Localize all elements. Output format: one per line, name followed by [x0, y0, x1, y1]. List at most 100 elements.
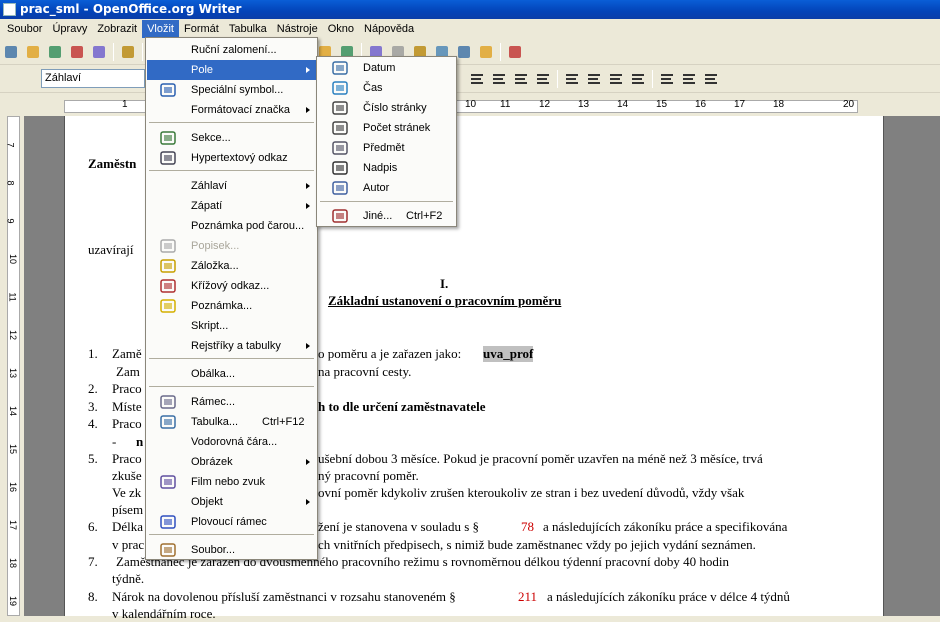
menu-3[interactable]: Vložit: [142, 20, 179, 38]
menu-item-label: Obálka...: [191, 368, 236, 380]
menu-item-label: Poznámka...: [191, 300, 253, 312]
movie-sound-icon: [160, 475, 176, 489]
menu-5[interactable]: Tabulka: [224, 20, 272, 38]
new-document-icon[interactable]: [23, 42, 43, 62]
open-icon[interactable]: [45, 42, 65, 62]
frame-icon: [160, 395, 176, 409]
insert-menu-item-3[interactable]: Formátovací značka: [147, 100, 316, 120]
insert-menu-item-14[interactable]: Rejstříky a tabulky: [147, 336, 316, 356]
ruler-label: 11: [7, 292, 18, 302]
menu-6[interactable]: Nástroje: [272, 20, 323, 38]
align-left-icon[interactable]: [467, 69, 487, 89]
menu-item-label: Číslo stránky: [363, 102, 427, 114]
insert-menu-item-13[interactable]: Skript...: [147, 316, 316, 336]
ruler-label: 19: [8, 595, 19, 607]
fields-submenu-item-7[interactable]: Jiné... Ctrl+F2: [318, 206, 455, 226]
ruler-label: 18: [773, 99, 785, 110]
insert-menu-item-17[interactable]: Tabulka... Ctrl+F12: [147, 412, 316, 432]
insert-menu-item-22[interactable]: Plovoucí rámec: [147, 512, 316, 532]
document-text-run: ný pracovní poměr.: [318, 468, 419, 483]
insert-menu-item-16[interactable]: Rámec...: [147, 392, 316, 412]
insert-menu-item-21[interactable]: Objekt: [147, 492, 316, 512]
align-right-icon[interactable]: [511, 69, 531, 89]
insert-menu-item-19[interactable]: Obrázek: [147, 452, 316, 472]
ruler-label: 8: [5, 180, 16, 186]
menu-separator: [149, 170, 314, 171]
page-count-icon: [332, 121, 348, 135]
insert-menu-item-6[interactable]: Záhlaví: [147, 176, 316, 196]
page-number-icon: [332, 101, 348, 115]
help-icon[interactable]: [505, 42, 525, 62]
fields-submenu-item-2[interactable]: Číslo stránky: [318, 98, 455, 118]
toolbar-separator: [142, 42, 143, 61]
menu-item-label: Popisek...: [191, 240, 240, 252]
insert-menu-item-4[interactable]: Sekce...: [147, 128, 316, 148]
menu-item-shortcut: Ctrl+F2: [406, 210, 443, 222]
insert-menu-item-18[interactable]: Vodorovná čára...: [147, 432, 316, 452]
fields-submenu-item-1[interactable]: Čas: [318, 78, 455, 98]
zoom-icon[interactable]: [476, 42, 496, 62]
date-icon: [332, 61, 348, 75]
insert-menu-item-8[interactable]: Poznámka pod čarou...: [147, 216, 316, 236]
document-text-run: týdně.: [112, 571, 145, 586]
document-text-run: 7.: [88, 554, 98, 569]
justify-icon[interactable]: [533, 69, 553, 89]
document-text-run: v prac: [112, 537, 145, 552]
insert-menu-item-10[interactable]: Záložka...: [147, 256, 316, 276]
menu-item-label: Nadpis: [363, 162, 398, 174]
menu-4[interactable]: Formát: [179, 20, 224, 38]
save-icon[interactable]: [67, 42, 87, 62]
document-text-run: Délka: [112, 519, 144, 534]
toolbar-menu-icon[interactable]: [1, 42, 21, 62]
document-text-run: Míste: [112, 399, 142, 414]
document-text-run: a následujících zákoníku práce v délce 4…: [547, 589, 790, 604]
highlight-icon[interactable]: [679, 69, 699, 89]
ruler-label: 7: [5, 142, 16, 148]
background-color-icon[interactable]: [701, 69, 721, 89]
insert-menu-item-5[interactable]: Hypertextový odkaz: [147, 148, 316, 168]
email-icon[interactable]: [89, 42, 109, 62]
ruler-label: 14: [617, 99, 629, 110]
menu-0[interactable]: Soubor: [2, 20, 47, 38]
ruler-label: 10: [465, 99, 477, 110]
ruler-label: 11: [500, 99, 511, 110]
insert-menu-item-7[interactable]: Zápatí: [147, 196, 316, 216]
edit-file-icon[interactable]: [118, 42, 138, 62]
menu-8[interactable]: Nápověda: [359, 20, 419, 38]
menu-1[interactable]: Úpravy: [47, 20, 92, 38]
align-center-icon[interactable]: [489, 69, 509, 89]
paragraph-style-box[interactable]: Záhlaví: [41, 69, 145, 88]
font-color-icon[interactable]: [657, 69, 677, 89]
submenu-arrow-icon: [306, 459, 310, 465]
menu-item-label: Křížový odkaz...: [191, 280, 270, 292]
document-text-run: na pracovní cesty.: [318, 364, 412, 379]
menu-7[interactable]: Okno: [323, 20, 359, 38]
increase-indent-icon[interactable]: [628, 69, 648, 89]
document-text-run: Základní ustanovení o pracovním poměru: [328, 293, 562, 308]
insert-menu-item-23[interactable]: Soubor...: [147, 540, 316, 560]
insert-menu-item-12[interactable]: Poznámka...: [147, 296, 316, 316]
fields-submenu-item-4[interactable]: Předmět: [318, 138, 455, 158]
menu-separator: [149, 122, 314, 123]
numbering-icon[interactable]: [562, 69, 582, 89]
insert-menu-item-11[interactable]: Křížový odkaz...: [147, 276, 316, 296]
formatting-marks-icon[interactable]: [454, 42, 474, 62]
fields-submenu-item-6[interactable]: Autor: [318, 178, 455, 198]
insert-menu-item-0[interactable]: Ruční zalomení...: [147, 40, 316, 60]
fields-submenu-item-5[interactable]: Nadpis: [318, 158, 455, 178]
note-icon: [160, 299, 176, 313]
document-text-run: Praco: [112, 451, 142, 466]
stylist-icon[interactable]: [6, 69, 26, 89]
insert-menu-item-2[interactable]: Speciální symbol...: [147, 80, 316, 100]
menu-2[interactable]: Zobrazit: [92, 20, 142, 38]
menu-item-label: Hypertextový odkaz: [191, 152, 288, 164]
insert-menu-item-20[interactable]: Film nebo zvuk: [147, 472, 316, 492]
fields-submenu-item-3[interactable]: Počet stránek: [318, 118, 455, 138]
bullets-icon[interactable]: [584, 69, 604, 89]
toolbar-separator: [113, 42, 114, 61]
insert-menu-item-1[interactable]: Pole: [147, 60, 316, 80]
decrease-indent-icon[interactable]: [606, 69, 626, 89]
fields-submenu-item-0[interactable]: Datum: [318, 58, 455, 78]
insert-menu-item-15[interactable]: Obálka...: [147, 364, 316, 384]
document-text-run: 78: [521, 519, 534, 534]
